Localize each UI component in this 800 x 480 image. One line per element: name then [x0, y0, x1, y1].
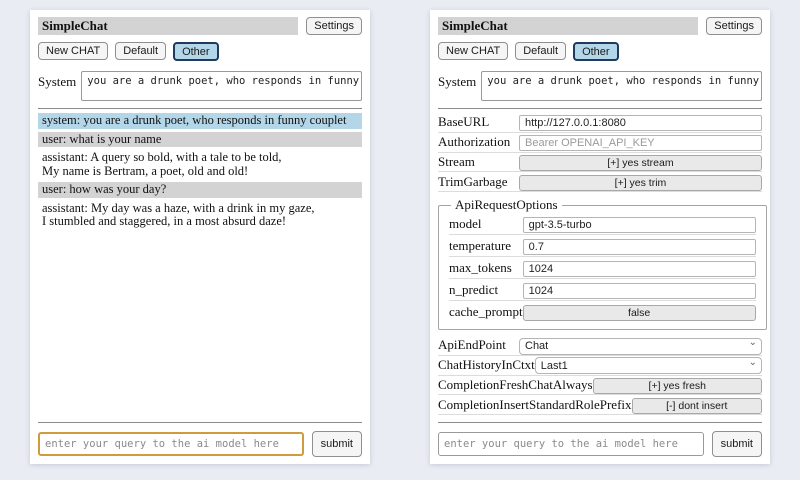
baseurl-label: BaseURL	[438, 114, 489, 130]
api-request-options-rows: model temperature max_tokens n_predict c…	[449, 213, 756, 323]
api-request-options-legend: ApiRequestOptions	[451, 197, 562, 213]
trimgarbage-toggle-button[interactable]: [+] yes trim	[519, 175, 762, 191]
system-prompt-row: System you are a drunk poet, who respond…	[438, 71, 762, 101]
api-endpoint-select[interactable]: Chat	[519, 338, 762, 355]
query-row: submit	[38, 431, 362, 457]
stream-label: Stream	[438, 154, 475, 170]
chat-history-in-ctxt-label: ChatHistoryInCtxt	[438, 357, 535, 373]
setting-row-trimgarbage: TrimGarbage [+] yes trim	[438, 172, 762, 192]
app-title: SimpleChat	[42, 18, 108, 34]
stream-toggle-button[interactable]: [+] yes stream	[519, 155, 762, 171]
model-input[interactable]	[523, 217, 756, 233]
query-row: submit	[438, 431, 762, 457]
chat-message: user: how was your day?	[38, 182, 362, 198]
system-prompt-row: System you are a drunk poet, who respond…	[38, 71, 362, 101]
chat-history-in-ctxt-select[interactable]: Last1	[535, 357, 762, 374]
new-chat-button[interactable]: New CHAT	[38, 42, 108, 60]
max-tokens-label: max_tokens	[449, 260, 512, 276]
settings-panel: SimpleChat Settings New CHAT Default Oth…	[430, 10, 770, 464]
chat-message: user: what is your name	[38, 132, 362, 148]
api-endpoint-label: ApiEndPoint	[438, 337, 506, 353]
query-input[interactable]	[438, 432, 704, 456]
setting-row-n-predict: n_predict	[449, 279, 756, 301]
divider	[38, 422, 362, 423]
titlebar: SimpleChat Settings	[438, 17, 762, 35]
title-bar-background: SimpleChat	[438, 17, 698, 35]
chat-log: system: you are a drunk poet, who respon…	[38, 113, 362, 230]
session-other-button[interactable]: Other	[573, 42, 619, 61]
completion-fresh-chat-always-label: CompletionFreshChatAlways	[438, 377, 593, 393]
settings-button[interactable]: Settings	[306, 17, 362, 35]
empty-space	[38, 230, 362, 416]
divider	[38, 108, 362, 109]
authorization-input[interactable]	[519, 135, 762, 151]
model-label: model	[449, 216, 482, 232]
cache-prompt-toggle-button[interactable]: false	[523, 305, 756, 321]
session-other-button[interactable]: Other	[173, 42, 219, 61]
new-chat-button[interactable]: New CHAT	[438, 42, 508, 60]
system-prompt-input[interactable]: you are a drunk poet, who responds in fu…	[81, 71, 362, 101]
app-title: SimpleChat	[442, 18, 508, 34]
setting-row-authorization: Authorization	[438, 133, 762, 153]
titlebar: SimpleChat Settings	[38, 17, 362, 35]
n-predict-input[interactable]	[523, 283, 756, 299]
temperature-label: temperature	[449, 238, 511, 254]
setting-row-chat-history-in-ctxt: ChatHistoryInCtxt Last1 ⌄	[438, 356, 762, 376]
submit-button[interactable]: submit	[312, 431, 362, 457]
chat-message: system: you are a drunk poet, who respon…	[38, 113, 362, 129]
setting-row-stream: Stream [+] yes stream	[438, 153, 762, 173]
settings-button[interactable]: Settings	[706, 17, 762, 35]
completion-fresh-chat-always-toggle-button[interactable]: [+] yes fresh	[593, 378, 762, 394]
chat-panel: SimpleChat Settings New CHAT Default Oth…	[30, 10, 370, 464]
session-toolbar: New CHAT Default Other	[438, 42, 762, 61]
completion-insert-standard-role-prefix-toggle-button[interactable]: [-] dont insert	[632, 398, 762, 414]
setting-row-model: model	[449, 213, 756, 235]
n-predict-label: n_predict	[449, 282, 498, 298]
chat-message: assistant: A query so bold, with a tale …	[38, 150, 362, 179]
setting-row-cache-prompt: cache_prompt false	[449, 301, 756, 323]
chat-message: assistant: My day was a haze, with a dri…	[38, 201, 362, 230]
setting-row-api-endpoint: ApiEndPoint Chat ⌄	[438, 336, 762, 356]
authorization-label: Authorization	[438, 134, 510, 150]
submit-button[interactable]: submit	[712, 431, 762, 457]
session-toolbar: New CHAT Default Other	[38, 42, 362, 61]
title-bar-background: SimpleChat	[38, 17, 298, 35]
divider	[438, 422, 762, 423]
query-input[interactable]	[38, 432, 304, 456]
setting-row-baseurl: BaseURL	[438, 113, 762, 133]
setting-row-max-tokens: max_tokens	[449, 257, 756, 279]
api-request-options-group: ApiRequestOptions model temperature max_…	[438, 197, 767, 330]
system-label: System	[438, 71, 476, 90]
setting-row-temperature: temperature	[449, 235, 756, 257]
temperature-input[interactable]	[523, 239, 756, 255]
divider	[438, 108, 762, 109]
session-default-button[interactable]: Default	[115, 42, 166, 60]
setting-row-completion-fresh-chat-always: CompletionFreshChatAlways [+] yes fresh	[438, 376, 762, 396]
system-prompt-input[interactable]: you are a drunk poet, who responds in fu…	[481, 71, 762, 101]
baseurl-input[interactable]	[519, 115, 762, 131]
system-label: System	[38, 71, 76, 90]
trimgarbage-label: TrimGarbage	[438, 174, 508, 190]
completion-insert-standard-role-prefix-label: CompletionInsertStandardRolePrefix	[438, 397, 632, 413]
session-default-button[interactable]: Default	[515, 42, 566, 60]
setting-row-completion-insert-standard-role-prefix: CompletionInsertStandardRolePrefix [-] d…	[438, 395, 762, 415]
cache-prompt-label: cache_prompt	[449, 304, 523, 320]
max-tokens-input[interactable]	[523, 261, 756, 277]
